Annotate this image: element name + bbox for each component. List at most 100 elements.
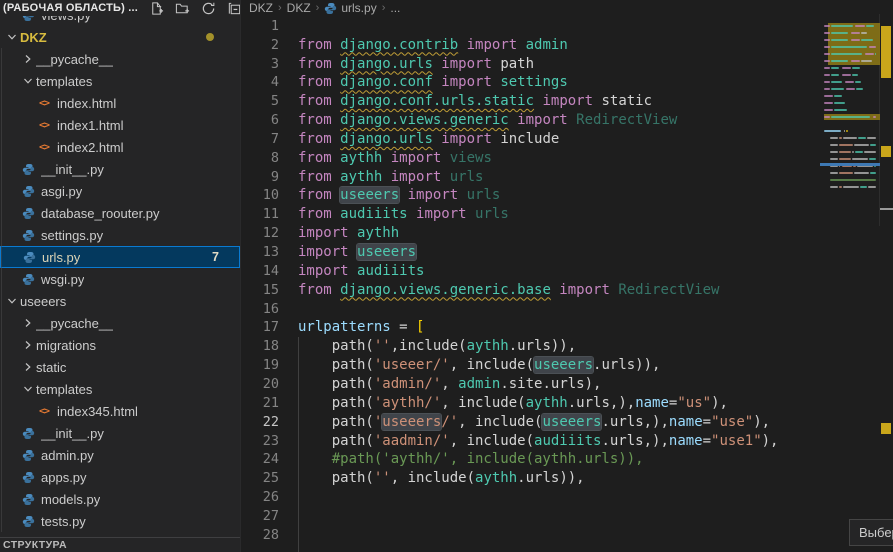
tree-item-index2-html[interactable]: <>index2.html bbox=[0, 136, 240, 158]
code-line-21[interactable]: 21 path('aythh/', include(aythh.urls,),n… bbox=[241, 394, 893, 413]
minimap[interactable] bbox=[820, 14, 880, 226]
code-line-24[interactable]: 24 #path('aythh/', include(aythh.urls)), bbox=[241, 450, 893, 469]
line-number[interactable]: 9 bbox=[241, 168, 279, 187]
code-line-19[interactable]: 19 path('useeer/', include(useeers.urls)… bbox=[241, 356, 893, 375]
line-number[interactable]: 12 bbox=[241, 224, 279, 243]
tree-item-wsgi-py[interactable]: wsgi.py bbox=[0, 268, 240, 290]
line-number[interactable]: 1 bbox=[241, 17, 279, 36]
code-line-1[interactable]: 1 bbox=[241, 17, 893, 36]
line-number[interactable]: 17 bbox=[241, 318, 279, 337]
outline-section-header[interactable]: СТРУКТУРА bbox=[0, 537, 240, 552]
breadcrumb-item[interactable]: ... bbox=[390, 1, 400, 15]
code-line-10[interactable]: 10from useeers import urls bbox=[241, 186, 893, 205]
line-number[interactable]: 24 bbox=[241, 450, 279, 469]
tree-item-index-html[interactable]: <>index.html bbox=[0, 92, 240, 114]
tree-item-static[interactable]: static bbox=[0, 356, 240, 378]
line-number[interactable]: 14 bbox=[241, 262, 279, 281]
breadcrumb-item[interactable]: DKZ bbox=[287, 1, 311, 15]
chevron-expanded-icon[interactable] bbox=[20, 73, 36, 89]
new-folder-icon[interactable] bbox=[174, 1, 190, 16]
code-line-28[interactable]: 28 bbox=[241, 526, 893, 545]
tree-item-urls-py[interactable]: urls.py7 bbox=[0, 246, 240, 268]
line-number[interactable]: 10 bbox=[241, 186, 279, 205]
chevron-collapsed-icon[interactable] bbox=[20, 337, 36, 353]
collapse-all-icon[interactable] bbox=[226, 1, 240, 16]
tree-item-views-py[interactable]: views.py bbox=[0, 16, 240, 26]
line-number[interactable]: 13 bbox=[241, 243, 279, 262]
line-number[interactable]: 20 bbox=[241, 375, 279, 394]
tree-item-tests-py[interactable]: tests.py bbox=[0, 510, 240, 532]
line-number[interactable]: 2 bbox=[241, 36, 279, 55]
code-line-15[interactable]: 15from django.views.generic.base import … bbox=[241, 281, 893, 300]
code-line-17[interactable]: 17urlpatterns = [ bbox=[241, 318, 893, 337]
line-number[interactable]: 25 bbox=[241, 469, 279, 488]
code-editor[interactable]: 12from django.contrib import admin3from … bbox=[240, 0, 893, 552]
code-line-11[interactable]: 11from audiiits import urls bbox=[241, 205, 893, 224]
line-number[interactable]: 11 bbox=[241, 205, 279, 224]
code-line-13[interactable]: 13import useeers bbox=[241, 243, 893, 262]
line-number[interactable]: 19 bbox=[241, 356, 279, 375]
tree-item-index345-html[interactable]: <>index345.html bbox=[0, 400, 240, 422]
code-line-5[interactable]: 5from django.conf.urls.static import sta… bbox=[241, 92, 893, 111]
line-number[interactable]: 8 bbox=[241, 149, 279, 168]
line-number[interactable]: 3 bbox=[241, 55, 279, 74]
tree-item-index1-html[interactable]: <>index1.html bbox=[0, 114, 240, 136]
chevron-collapsed-icon[interactable] bbox=[20, 315, 36, 331]
code-line-4[interactable]: 4from django.conf import settings bbox=[241, 73, 893, 92]
line-number[interactable]: 27 bbox=[241, 507, 279, 526]
tree-item-migrations[interactable]: migrations bbox=[0, 334, 240, 356]
line-number[interactable]: 15 bbox=[241, 281, 279, 300]
code-line-7[interactable]: 7from django.urls import include bbox=[241, 130, 893, 149]
line-number[interactable]: 5 bbox=[241, 92, 279, 111]
tree-item-models-py[interactable]: models.py bbox=[0, 488, 240, 510]
code-area[interactable]: 12from django.contrib import admin3from … bbox=[241, 0, 893, 552]
code-line-23[interactable]: 23 path('aadmin/', include(audiiits.urls… bbox=[241, 432, 893, 451]
tree-item-database-roouter-py[interactable]: database_roouter.py bbox=[0, 202, 240, 224]
tree-item--pycache-[interactable]: __pycache__ bbox=[0, 312, 240, 334]
tree-item-apps-py[interactable]: apps.py bbox=[0, 466, 240, 488]
line-number[interactable]: 26 bbox=[241, 488, 279, 507]
code-line-22[interactable]: 22 path('useeers/', include(useeers.urls… bbox=[241, 413, 893, 432]
tree-item-dkz[interactable]: DKZ bbox=[0, 26, 240, 48]
tree-item-templates[interactable]: templates bbox=[0, 70, 240, 92]
tree-item-admin-py[interactable]: admin.py bbox=[0, 444, 240, 466]
line-number[interactable]: 6 bbox=[241, 111, 279, 130]
line-number[interactable]: 28 bbox=[241, 526, 279, 545]
tree-item--pycache-[interactable]: __pycache__ bbox=[0, 48, 240, 70]
code-line-16[interactable]: 16 bbox=[241, 300, 893, 319]
code-line-12[interactable]: 12import aythh bbox=[241, 224, 893, 243]
code-line-14[interactable]: 14import audiiits bbox=[241, 262, 893, 281]
chevron-expanded-icon[interactable] bbox=[4, 293, 20, 309]
chevron-expanded-icon[interactable] bbox=[20, 381, 36, 397]
line-number[interactable]: 22 bbox=[241, 413, 279, 432]
line-number[interactable]: 4 bbox=[241, 73, 279, 92]
code-line-27[interactable]: 27 bbox=[241, 507, 893, 526]
line-number[interactable]: 18 bbox=[241, 337, 279, 356]
code-line-3[interactable]: 3from django.urls import path bbox=[241, 55, 893, 74]
tree-item--init-py[interactable]: __init__.py bbox=[0, 158, 240, 180]
breadcrumb-item[interactable]: DKZ bbox=[249, 1, 273, 15]
line-number[interactable]: 21 bbox=[241, 394, 279, 413]
breadcrumb-item[interactable]: urls.py bbox=[341, 1, 376, 15]
code-line-2[interactable]: 2from django.contrib import admin bbox=[241, 36, 893, 55]
code-line-6[interactable]: 6from django.views.generic import Redire… bbox=[241, 111, 893, 130]
code-line-20[interactable]: 20 path('admin/', admin.site.urls), bbox=[241, 375, 893, 394]
code-line-8[interactable]: 8from aythh import views bbox=[241, 149, 893, 168]
chevron-expanded-icon[interactable] bbox=[4, 29, 20, 45]
tree-item-asgi-py[interactable]: asgi.py bbox=[0, 180, 240, 202]
code-line-18[interactable]: 18 path('',include(aythh.urls)), bbox=[241, 337, 893, 356]
tree-item-useeers[interactable]: useeers bbox=[0, 290, 240, 312]
code-line-25[interactable]: 25 path('', include(aythh.urls)), bbox=[241, 469, 893, 488]
line-number[interactable]: 23 bbox=[241, 432, 279, 451]
line-number[interactable]: 7 bbox=[241, 130, 279, 149]
tree-item--init-py[interactable]: __init__.py bbox=[0, 422, 240, 444]
chevron-collapsed-icon[interactable] bbox=[20, 359, 36, 375]
chevron-collapsed-icon[interactable] bbox=[20, 51, 36, 67]
code-line-26[interactable]: 26 bbox=[241, 488, 893, 507]
code-line-9[interactable]: 9from aythh import urls bbox=[241, 168, 893, 187]
line-number[interactable]: 16 bbox=[241, 300, 279, 319]
refresh-icon[interactable] bbox=[200, 1, 216, 16]
tree-item-templates[interactable]: templates bbox=[0, 378, 240, 400]
tree-item-settings-py[interactable]: settings.py bbox=[0, 224, 240, 246]
new-file-icon[interactable] bbox=[148, 1, 164, 16]
